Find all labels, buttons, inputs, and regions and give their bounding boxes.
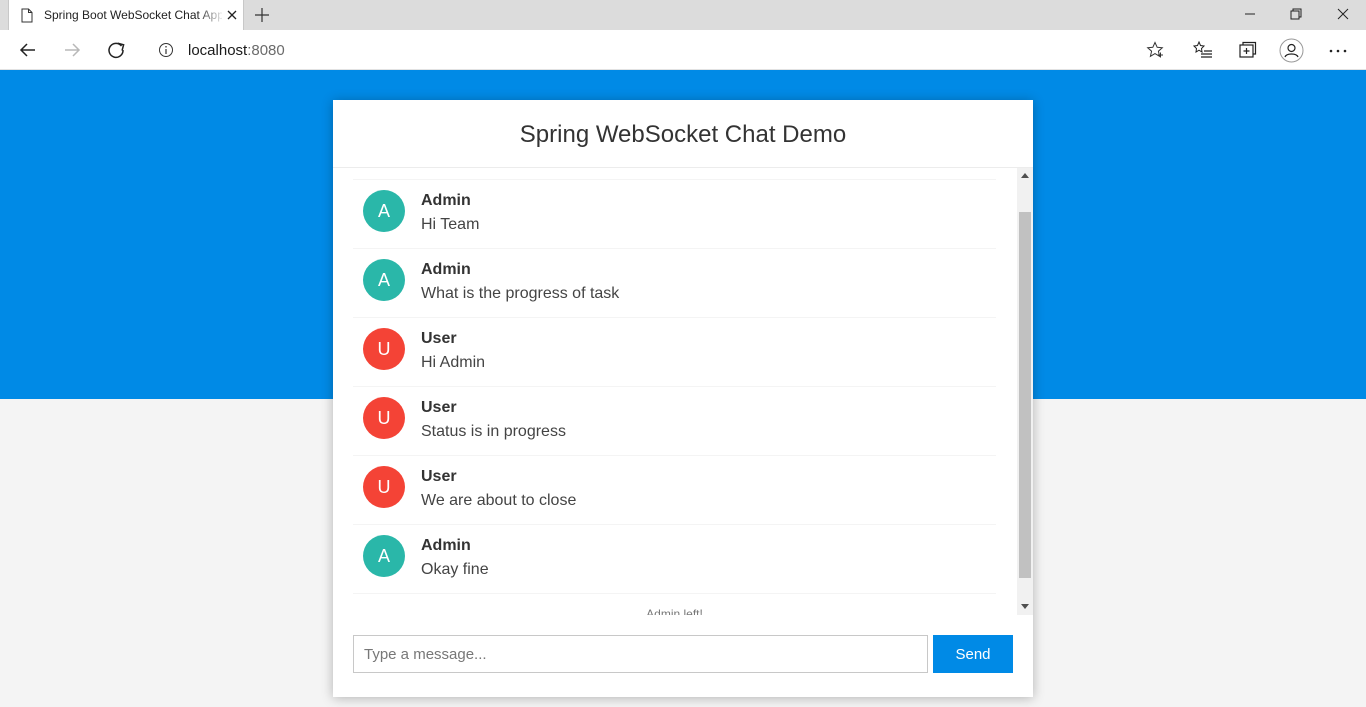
page-icon	[21, 8, 33, 23]
message-text: What is the progress of task	[421, 285, 620, 302]
chat-message: U User Hi Admin	[353, 318, 996, 387]
profile-icon[interactable]	[1279, 38, 1304, 63]
favorites-icon[interactable]	[1193, 40, 1213, 60]
avatar: A	[363, 535, 405, 577]
info-icon[interactable]	[158, 42, 174, 58]
message-list: A Admin Hi Team A Admin What is the progress …	[353, 179, 996, 615]
scrollbar-thumb[interactable]	[1019, 212, 1031, 578]
message-text: We are about to close	[421, 492, 577, 509]
message-sender: Admin	[421, 537, 471, 554]
chat-message: U User We are about to close	[353, 456, 996, 525]
event-message: Admin left!	[353, 594, 996, 615]
chat-message: U User Status is in progress	[353, 387, 996, 456]
message-sender: User	[421, 330, 457, 347]
message-input[interactable]	[353, 635, 928, 673]
avatar: A	[363, 259, 405, 301]
chat-header: Spring WebSocket Chat Demo	[333, 100, 1033, 168]
message-text: Hi Team	[421, 216, 480, 233]
message-text: Status is in progress	[421, 423, 566, 440]
close-tab-icon[interactable]	[225, 8, 239, 22]
chat-container: Spring WebSocket Chat Demo A Admin Hi Team…	[333, 100, 1033, 697]
message-scrollbar[interactable]	[1017, 168, 1033, 615]
page-title: Spring WebSocket Chat Demo	[519, 121, 847, 148]
url-text[interactable]: localhost:8080	[188, 42, 285, 59]
message-sender: User	[421, 468, 457, 485]
more-options-icon[interactable]	[1328, 40, 1348, 60]
send-button[interactable]: Send	[933, 635, 1013, 673]
browser-tab[interactable]: Spring Boot WebSocket Chat Application	[8, 0, 244, 30]
back-icon[interactable]	[18, 40, 38, 60]
close-window-icon[interactable]	[1334, 5, 1352, 23]
message-sender: Admin	[421, 192, 471, 209]
tab-title: Spring Boot WebSocket Chat Application	[44, 8, 222, 22]
event-message-text: Admin left!	[646, 607, 703, 615]
address-bar[interactable]: localhost:8080	[146, 34, 1174, 66]
avatar: U	[363, 328, 405, 370]
chat-message: A Admin Okay fine	[353, 525, 996, 594]
refresh-icon[interactable]	[106, 40, 126, 60]
avatar: A	[363, 190, 405, 232]
favorite-star-icon[interactable]	[1146, 41, 1164, 59]
message-sender: User	[421, 399, 457, 416]
minimize-icon[interactable]	[1241, 5, 1259, 23]
avatar: U	[363, 466, 405, 508]
avatar: U	[363, 397, 405, 439]
scroll-up-arrow-icon[interactable]	[1021, 173, 1029, 178]
forward-icon[interactable]	[62, 40, 82, 60]
message-text: Okay fine	[421, 561, 489, 578]
new-tab-icon[interactable]	[254, 7, 270, 23]
scroll-down-arrow-icon[interactable]	[1021, 604, 1029, 609]
browser-toolbar: localhost:8080	[0, 30, 1366, 70]
message-area[interactable]: A Admin Hi Team A Admin What is the progress …	[333, 168, 1033, 615]
message-sender: Admin	[421, 261, 471, 278]
chat-message: A Admin Hi Team	[353, 180, 996, 249]
browser-tab-strip: Spring Boot WebSocket Chat Application	[0, 0, 1366, 30]
chat-message: A Admin What is the progress of task	[353, 249, 996, 318]
message-text: Hi Admin	[421, 354, 486, 371]
restore-icon[interactable]	[1287, 5, 1305, 23]
collections-icon[interactable]	[1237, 40, 1257, 60]
message-form: Send	[333, 615, 1033, 697]
